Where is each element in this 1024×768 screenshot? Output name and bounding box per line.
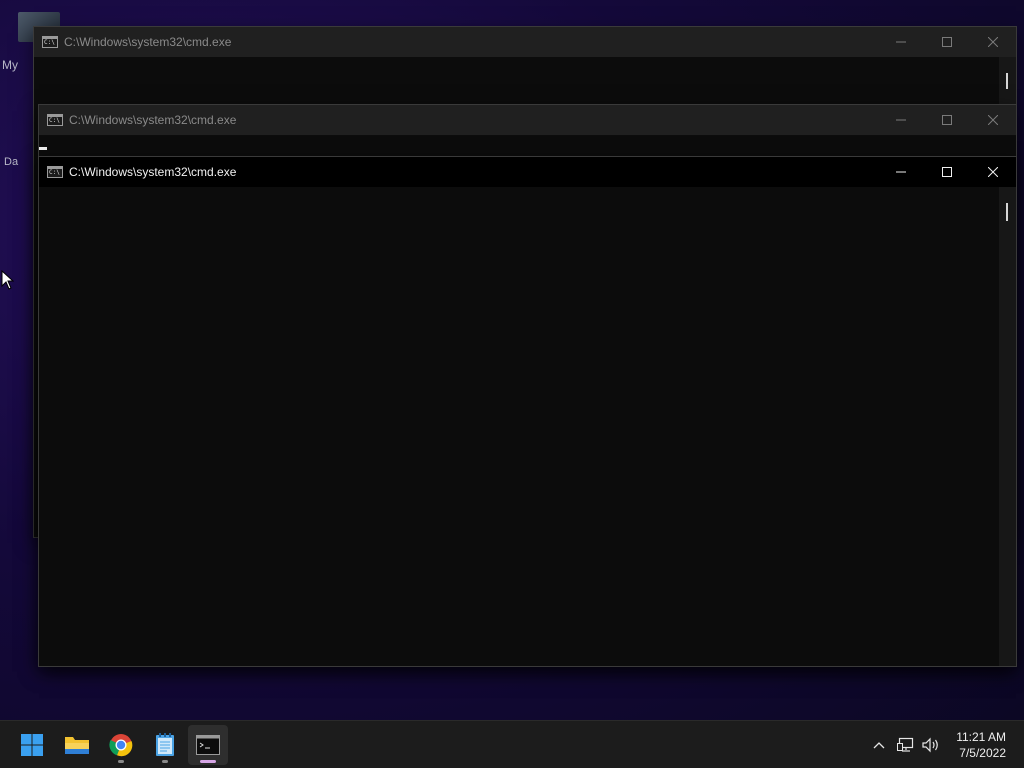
volume-button[interactable] [919, 721, 943, 768]
minimize-icon [896, 41, 906, 43]
taskbar: 11:21 AM 7/5/2022 [0, 720, 1024, 768]
minimize-button[interactable] [878, 105, 924, 135]
running-indicator-focused [200, 760, 216, 763]
text-cursor [39, 147, 47, 150]
close-icon [988, 37, 998, 47]
desktop-label-da: Da [4, 156, 19, 168]
windows-logo-icon [21, 734, 43, 756]
running-indicator [118, 760, 124, 763]
scrollbar-thumb[interactable] [1006, 203, 1008, 221]
window-title: C:\Windows\system32\cmd.exe [69, 113, 237, 127]
close-button[interactable] [970, 157, 1016, 187]
maximize-icon [942, 37, 952, 47]
start-button[interactable] [12, 725, 52, 765]
cmd-app-icon: C:\ [42, 36, 58, 48]
maximize-button[interactable] [924, 157, 970, 187]
close-button[interactable] [970, 27, 1016, 57]
scrollbar[interactable] [999, 187, 1016, 666]
system-clock[interactable]: 11:21 AM 7/5/2022 [956, 729, 1006, 761]
window-title: C:\Windows\system32\cmd.exe [69, 165, 237, 179]
taskbar-command-prompt[interactable] [188, 725, 228, 765]
taskbar-file-explorer[interactable] [57, 725, 97, 765]
running-indicator [162, 760, 168, 763]
clock-time: 11:21 AM [956, 730, 1006, 744]
network-icon [897, 737, 914, 752]
cmd-window-active[interactable]: C:\ C:\Windows\system32\cmd.exe [39, 157, 1016, 666]
taskbar-chrome[interactable] [101, 725, 141, 765]
cmd-app-icon: C:\ [47, 114, 63, 126]
minimize-button[interactable] [878, 157, 924, 187]
network-button[interactable] [894, 721, 918, 768]
desktop: My Da C:\ C:\Windows\system32\cmd.exe C:… [0, 0, 1024, 768]
minimize-button[interactable] [878, 27, 924, 57]
taskbar-notepad[interactable] [145, 725, 185, 765]
titlebar[interactable]: C:\ C:\Windows\system32\cmd.exe [39, 157, 1016, 187]
maximize-icon [942, 115, 952, 125]
chevron-up-icon [873, 742, 885, 749]
maximize-button[interactable] [924, 105, 970, 135]
scrollbar-thumb[interactable] [1006, 73, 1008, 89]
window-title: C:\Windows\system32\cmd.exe [64, 35, 232, 49]
titlebar[interactable]: C:\ C:\Windows\system32\cmd.exe [39, 105, 1016, 135]
close-icon [988, 167, 998, 177]
maximize-button[interactable] [924, 27, 970, 57]
titlebar[interactable]: C:\ C:\Windows\system32\cmd.exe [34, 27, 1016, 57]
desktop-label-my: My [2, 58, 18, 72]
show-hidden-icons-button[interactable] [866, 721, 892, 768]
chrome-icon [109, 734, 133, 757]
notepad-icon [156, 733, 174, 756]
volume-icon [922, 737, 938, 753]
minimize-icon [896, 119, 906, 121]
cmd-app-icon: C:\ [47, 166, 63, 178]
minimize-icon [896, 171, 906, 173]
close-icon [988, 115, 998, 125]
close-button[interactable] [970, 105, 1016, 135]
mouse-pointer-icon [1, 270, 15, 290]
clock-date: 7/5/2022 [959, 746, 1006, 760]
folder-icon [65, 737, 89, 754]
maximize-icon [942, 167, 952, 177]
terminal-icon [196, 735, 220, 755]
